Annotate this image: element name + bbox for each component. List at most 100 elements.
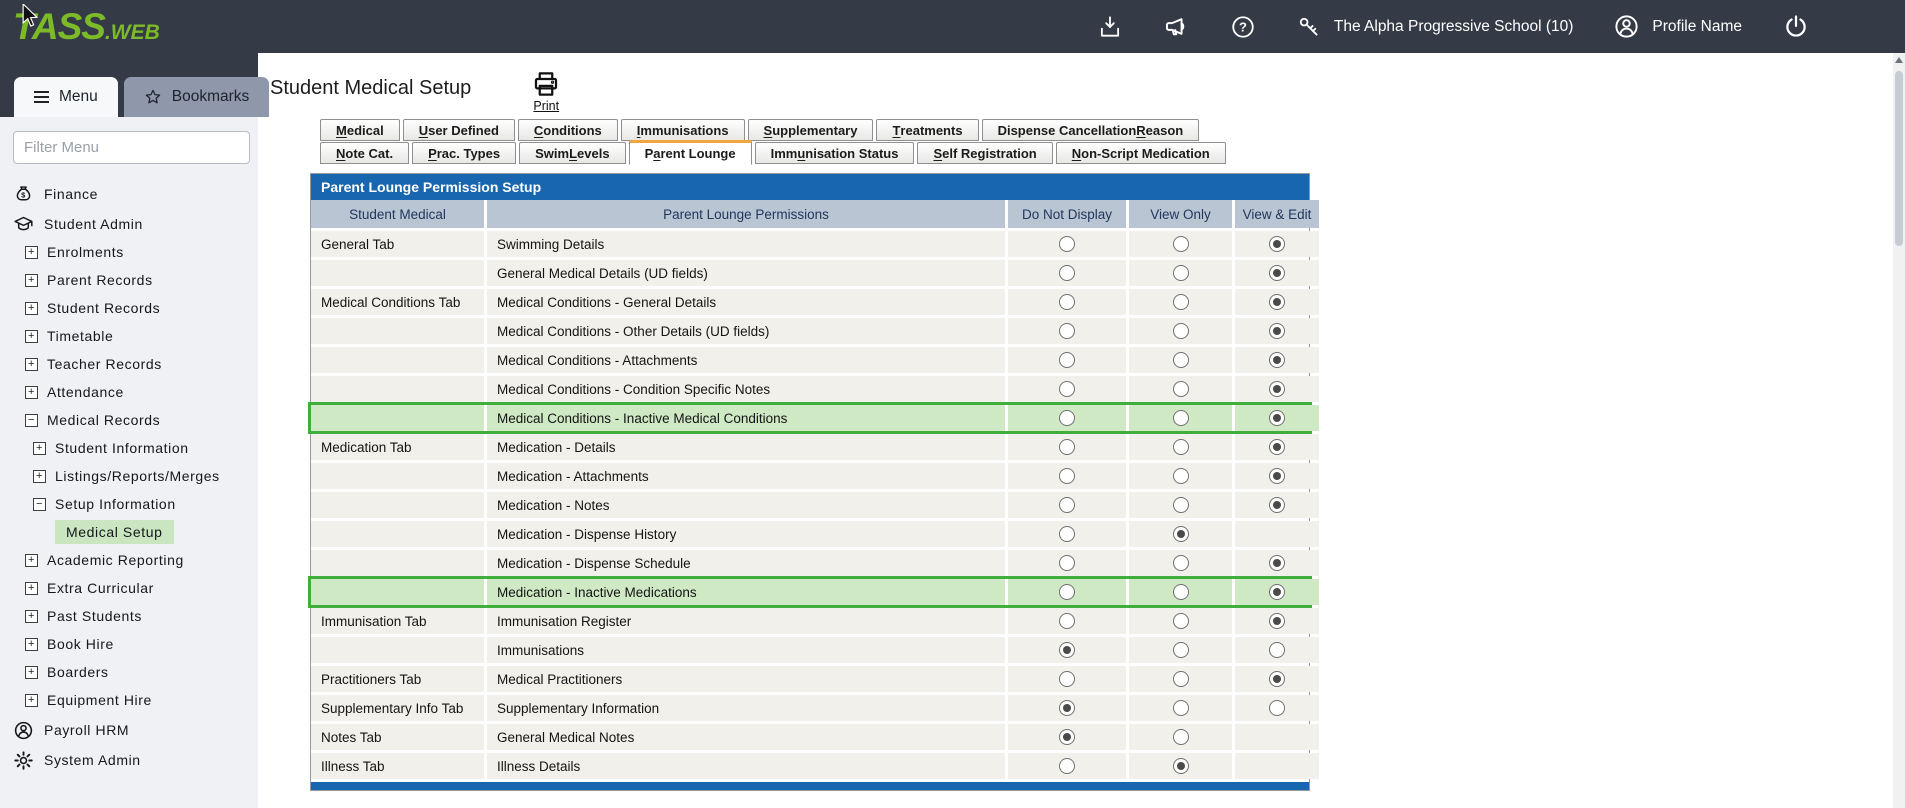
radio-view-edit-medical-conditions-other-details-ud-fields[interactable]	[1269, 323, 1285, 339]
download-icon[interactable]	[1097, 14, 1123, 40]
radio-view-edit-swimming-details[interactable]	[1269, 236, 1285, 252]
tab-self-registration[interactable]: Self Registration	[917, 142, 1052, 164]
expand-icon[interactable]: +	[25, 638, 38, 651]
tab-treatments[interactable]: Treatments	[876, 119, 978, 141]
sidebar-item-attendance[interactable]: +Attendance	[0, 378, 258, 406]
tab-parent-lounge[interactable]: Parent Lounge	[629, 140, 752, 165]
expand-icon[interactable]: +	[25, 582, 38, 595]
radio-view-only-medical-conditions-general-details[interactable]	[1173, 294, 1189, 310]
expand-icon[interactable]: +	[25, 610, 38, 623]
radio-view-only-swimming-details[interactable]	[1173, 236, 1189, 252]
sidebar-item-teacher-records[interactable]: +Teacher Records	[0, 350, 258, 378]
sidebar-item-listings-reports-merges[interactable]: +Listings/Reports/Merges	[0, 462, 258, 490]
radio-view-only-general-medical-notes[interactable]	[1173, 729, 1189, 745]
tass-web-logo[interactable]: TASS.WEB	[13, 6, 160, 48]
print-button[interactable]: Print	[531, 69, 561, 113]
tab-menu[interactable]: Menu	[14, 77, 118, 117]
sidebar-item-parent-records[interactable]: +Parent Records	[0, 266, 258, 294]
expand-icon[interactable]: +	[25, 666, 38, 679]
expand-icon[interactable]: +	[25, 358, 38, 371]
school-selector[interactable]: The Alpha Progressive School (10)	[1296, 14, 1574, 40]
radio-do-not-display-general-medical-details-ud-fields[interactable]	[1059, 265, 1075, 281]
logout-icon[interactable]	[1782, 13, 1810, 41]
expand-icon[interactable]: +	[25, 386, 38, 399]
tab-user-defined[interactable]: User Defined	[403, 119, 515, 141]
radio-view-only-general-medical-details-ud-fields[interactable]	[1173, 265, 1189, 281]
sidebar-item-extra-curricular[interactable]: +Extra Curricular	[0, 574, 258, 602]
radio-view-only-supplementary-information[interactable]	[1173, 700, 1189, 716]
expand-icon[interactable]: +	[33, 470, 46, 483]
sidebar-item-payroll-hrm[interactable]: Payroll HRM	[0, 716, 258, 744]
scrollbar-thumb[interactable]	[1895, 71, 1903, 246]
radio-do-not-display-immunisations[interactable]	[1059, 642, 1075, 658]
sidebar-item-medical-records[interactable]: −Medical Records	[0, 406, 258, 434]
radio-view-edit-medication-attachments[interactable]	[1269, 468, 1285, 484]
radio-do-not-display-swimming-details[interactable]	[1059, 236, 1075, 252]
radio-do-not-display-medication-dispense-schedule[interactable]	[1059, 555, 1075, 571]
vertical-scrollbar[interactable]	[1893, 53, 1905, 808]
sidebar-item-setup-information[interactable]: −Setup Information	[0, 490, 258, 518]
radio-view-edit-medical-conditions-general-details[interactable]	[1269, 294, 1285, 310]
expand-icon[interactable]: +	[33, 442, 46, 455]
radio-view-edit-medication-details[interactable]	[1269, 439, 1285, 455]
expand-icon[interactable]: +	[25, 330, 38, 343]
sidebar-item-equipment-hire[interactable]: +Equipment Hire	[0, 686, 258, 714]
tab-medical[interactable]: Medical	[320, 119, 400, 141]
tab-dispense-cancellation-reason[interactable]: Dispense Cancellation Reason	[982, 119, 1200, 141]
radio-view-only-immunisations[interactable]	[1173, 642, 1189, 658]
sidebar-item-student-information[interactable]: +Student Information	[0, 434, 258, 462]
radio-do-not-display-illness-details[interactable]	[1059, 758, 1075, 774]
announcements-icon[interactable]	[1163, 13, 1190, 40]
radio-view-edit-medical-conditions-inactive-medical-conditions[interactable]	[1269, 410, 1285, 426]
radio-do-not-display-medical-conditions-condition-specific-notes[interactable]	[1059, 381, 1075, 397]
radio-view-edit-medication-notes[interactable]	[1269, 497, 1285, 513]
expand-icon[interactable]: +	[25, 694, 38, 707]
tab-note-cat[interactable]: Note Cat.	[320, 142, 409, 164]
radio-view-only-medication-dispense-schedule[interactable]	[1173, 555, 1189, 571]
sidebar-item-past-students[interactable]: +Past Students	[0, 602, 258, 630]
tab-conditions[interactable]: Conditions	[518, 119, 618, 141]
radio-do-not-display-medical-conditions-attachments[interactable]	[1059, 352, 1075, 368]
radio-view-edit-immunisations[interactable]	[1269, 642, 1285, 658]
collapse-icon[interactable]: −	[25, 414, 38, 427]
radio-view-only-medication-notes[interactable]	[1173, 497, 1189, 513]
sidebar-item-student-records[interactable]: +Student Records	[0, 294, 258, 322]
radio-view-only-medical-conditions-condition-specific-notes[interactable]	[1173, 381, 1189, 397]
radio-do-not-display-medical-conditions-general-details[interactable]	[1059, 294, 1075, 310]
radio-do-not-display-immunisation-register[interactable]	[1059, 613, 1075, 629]
sidebar-item-student-admin[interactable]: Student Admin	[0, 210, 258, 238]
tab-bookmarks[interactable]: Bookmarks	[124, 77, 270, 117]
radio-view-only-medical-conditions-attachments[interactable]	[1173, 352, 1189, 368]
sidebar-item-medical-setup[interactable]: Medical Setup	[0, 518, 258, 546]
tab-immunisation-status[interactable]: Immunisation Status	[755, 142, 915, 164]
radio-view-edit-medical-conditions-condition-specific-notes[interactable]	[1269, 381, 1285, 397]
radio-view-only-medical-conditions-other-details-ud-fields[interactable]	[1173, 323, 1189, 339]
radio-view-only-illness-details[interactable]	[1173, 758, 1189, 774]
radio-do-not-display-medication-inactive-medications[interactable]	[1059, 584, 1075, 600]
radio-do-not-display-medication-attachments[interactable]	[1059, 468, 1075, 484]
sidebar-item-finance[interactable]: $Finance	[0, 180, 258, 208]
expand-icon[interactable]: +	[25, 302, 38, 315]
radio-view-only-medical-conditions-inactive-medical-conditions[interactable]	[1173, 410, 1189, 426]
help-icon[interactable]: ?	[1230, 14, 1256, 40]
radio-view-only-medication-inactive-medications[interactable]	[1173, 584, 1189, 600]
tab-non-script-medication[interactable]: Non-Script Medication	[1056, 142, 1226, 164]
collapse-icon[interactable]: −	[33, 498, 46, 511]
sidebar-item-boarders[interactable]: +Boarders	[0, 658, 258, 686]
radio-view-only-medical-practitioners[interactable]	[1173, 671, 1189, 687]
tab-supplementary[interactable]: Supplementary	[748, 119, 874, 141]
tab-prac-types[interactable]: Prac. Types	[412, 142, 516, 164]
radio-view-only-immunisation-register[interactable]	[1173, 613, 1189, 629]
radio-view-only-medication-dispense-history[interactable]	[1173, 526, 1189, 542]
radio-view-edit-medical-practitioners[interactable]	[1269, 671, 1285, 687]
sidebar-item-timetable[interactable]: +Timetable	[0, 322, 258, 350]
expand-icon[interactable]: +	[25, 274, 38, 287]
radio-view-edit-medical-conditions-attachments[interactable]	[1269, 352, 1285, 368]
tab-swim-levels[interactable]: Swim Levels	[519, 142, 625, 164]
sidebar-item-book-hire[interactable]: +Book Hire	[0, 630, 258, 658]
radio-view-edit-supplementary-information[interactable]	[1269, 700, 1285, 716]
tab-immunisations[interactable]: Immunisations	[621, 119, 745, 141]
radio-do-not-display-general-medical-notes[interactable]	[1059, 729, 1075, 745]
radio-view-edit-medication-dispense-schedule[interactable]	[1269, 555, 1285, 571]
radio-view-edit-immunisation-register[interactable]	[1269, 613, 1285, 629]
